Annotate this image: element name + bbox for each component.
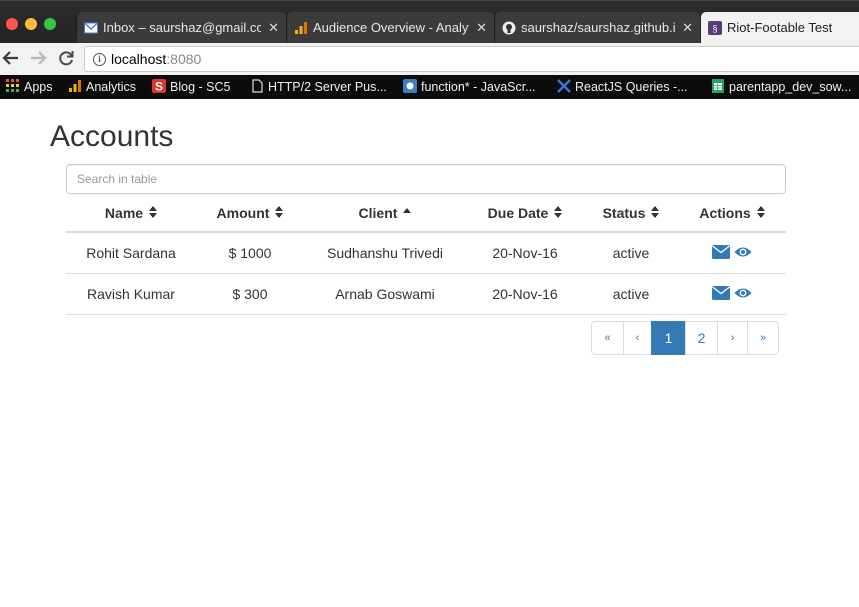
cell-name: Rohit Sardana: [66, 232, 196, 274]
cell-actions: [678, 273, 786, 315]
bookmark-label: parentapp_dev_sow...: [729, 80, 852, 94]
tab-title: saurshaz/saurshaz.github.i: [521, 20, 675, 35]
s-logo-icon: S: [152, 79, 166, 93]
bookmark-label: function* - JavaScr...: [421, 80, 536, 94]
tab-inbox[interactable]: Inbox – saurshaz@gmail.co ✕: [76, 12, 286, 44]
apps-grid-icon: [6, 79, 19, 92]
close-window-button[interactable]: [6, 18, 18, 30]
column-header-label: Due Date: [487, 204, 549, 221]
bookmark-label: Apps: [24, 80, 53, 94]
sort-both-icon[interactable]: [554, 205, 563, 218]
github-icon: [502, 21, 516, 35]
column-header-actions[interactable]: Actions: [678, 194, 786, 233]
column-header-name[interactable]: Name: [66, 194, 196, 233]
cell-due-date: 20-Nov-16: [466, 273, 584, 315]
table-header-row: Name Amount Client Due Date Status Actio…: [66, 194, 786, 233]
url-host: localhost: [111, 51, 167, 67]
tab-analytics[interactable]: Audience Overview - Analyt ✕: [286, 12, 494, 44]
column-header-amount[interactable]: Amount: [196, 194, 304, 233]
page-title: Accounts: [50, 120, 174, 153]
back-arrow-icon[interactable]: [1, 48, 21, 68]
sort-both-icon[interactable]: [756, 205, 765, 218]
tab-github[interactable]: saurshaz/saurshaz.github.i ✕: [494, 12, 700, 44]
accounts-table: Name Amount Client Due Date Status Actio…: [66, 194, 786, 315]
close-tab-icon[interactable]: ✕: [268, 12, 279, 44]
bookmark-parentapp[interactable]: parentapp_dev_sow...: [711, 75, 851, 99]
document-icon: [252, 79, 263, 93]
cell-actions: [678, 232, 786, 274]
sheets-icon: [712, 79, 724, 93]
bookmark-function[interactable]: function* - JavaScr...: [403, 75, 536, 99]
bookmark-label: ReactJS Queries -...: [575, 80, 688, 94]
analytics-icon: [295, 22, 307, 34]
eye-icon[interactable]: [734, 245, 752, 261]
column-header-label: Actions: [699, 204, 751, 221]
sort-both-icon[interactable]: [149, 205, 158, 218]
tab-title: Audience Overview - Analyt: [313, 20, 469, 35]
search-input[interactable]: [66, 164, 786, 194]
page-2-button[interactable]: 2: [685, 321, 718, 355]
sort-asc-icon[interactable]: [403, 206, 412, 218]
minimize-window-button[interactable]: [25, 18, 37, 30]
column-header-client[interactable]: Client: [304, 194, 466, 233]
sort-both-icon[interactable]: [275, 205, 284, 218]
cell-due-date: 20-Nov-16: [466, 232, 584, 274]
envelope-icon[interactable]: [712, 244, 731, 262]
bookmarks-bar: Apps Analytics S Blog - SC5 HTTP/2 Serve…: [0, 75, 859, 99]
url-port: :8080: [166, 51, 202, 67]
column-header-label: Client: [358, 204, 398, 221]
sort-both-icon[interactable]: [651, 205, 660, 218]
pagination: « ‹ 1 2 › »: [591, 321, 779, 355]
table-row: Rohit Sardana $ 1000 Sudhanshu Trivedi 2…: [66, 232, 786, 274]
page-last-button[interactable]: »: [747, 321, 779, 355]
cell-amount: $ 1000: [196, 232, 304, 274]
x-logo-icon: [557, 79, 571, 93]
bookmark-label: Blog - SC5: [170, 80, 231, 94]
bookmark-label: Analytics: [86, 80, 137, 94]
page-next-button[interactable]: ›: [717, 321, 748, 355]
tab-title: Riot-Footable Test: [727, 20, 833, 35]
riot-icon: §: [708, 21, 722, 35]
cell-status: active: [584, 232, 678, 274]
page-first-button[interactable]: «: [591, 321, 624, 355]
column-header-label: Status: [602, 204, 646, 221]
cell-status: active: [584, 273, 678, 315]
browser-tab-strip: Inbox – saurshaz@gmail.co ✕ Audience Ove…: [0, 0, 859, 44]
tab-riot-footable[interactable]: § Riot-Footable Test: [701, 12, 859, 44]
table-row: Ravish Kumar $ 300 Arnab Goswami 20-Nov-…: [66, 273, 786, 315]
address-bar[interactable]: i localhost:8080: [84, 46, 859, 72]
page-prev-button[interactable]: ‹: [623, 321, 652, 355]
gmail-icon: [84, 22, 98, 34]
browser-toolbar: i localhost:8080: [0, 43, 859, 75]
bookmark-label: HTTP/2 Server Pus...: [268, 80, 387, 94]
cell-amount: $ 300: [196, 273, 304, 315]
column-header-status[interactable]: Status: [584, 194, 678, 233]
reload-icon[interactable]: [56, 48, 76, 68]
cell-name: Ravish Kumar: [66, 273, 196, 315]
bookmark-reactjs[interactable]: ReactJS Queries -...: [557, 75, 688, 99]
cell-client: Sudhanshu Trivedi: [304, 232, 466, 274]
info-icon[interactable]: i: [93, 53, 106, 66]
svg-text:§: §: [712, 24, 717, 34]
mdn-icon: [403, 79, 417, 93]
close-tab-icon[interactable]: ✕: [682, 12, 693, 44]
bookmark-http2[interactable]: HTTP/2 Server Pus...: [250, 75, 387, 99]
svg-text:S: S: [155, 80, 163, 94]
eye-icon[interactable]: [734, 286, 752, 302]
forward-arrow-icon[interactable]: [28, 48, 48, 68]
tab-title: Inbox – saurshaz@gmail.co: [103, 20, 261, 35]
bookmark-apps[interactable]: Apps: [6, 75, 53, 99]
analytics-icon: [69, 80, 81, 92]
url-text: localhost:8080: [111, 51, 201, 67]
column-header-due-date[interactable]: Due Date: [466, 194, 584, 233]
maximize-window-button[interactable]: [44, 18, 56, 30]
envelope-icon[interactable]: [712, 285, 731, 303]
page-1-button[interactable]: 1: [651, 321, 686, 355]
cell-client: Arnab Goswami: [304, 273, 466, 315]
close-tab-icon[interactable]: ✕: [476, 12, 487, 44]
bookmark-blog[interactable]: S Blog - SC5: [152, 75, 230, 99]
bookmark-analytics[interactable]: Analytics: [68, 75, 136, 99]
column-header-label: Amount: [216, 204, 270, 221]
column-header-label: Name: [104, 204, 144, 221]
